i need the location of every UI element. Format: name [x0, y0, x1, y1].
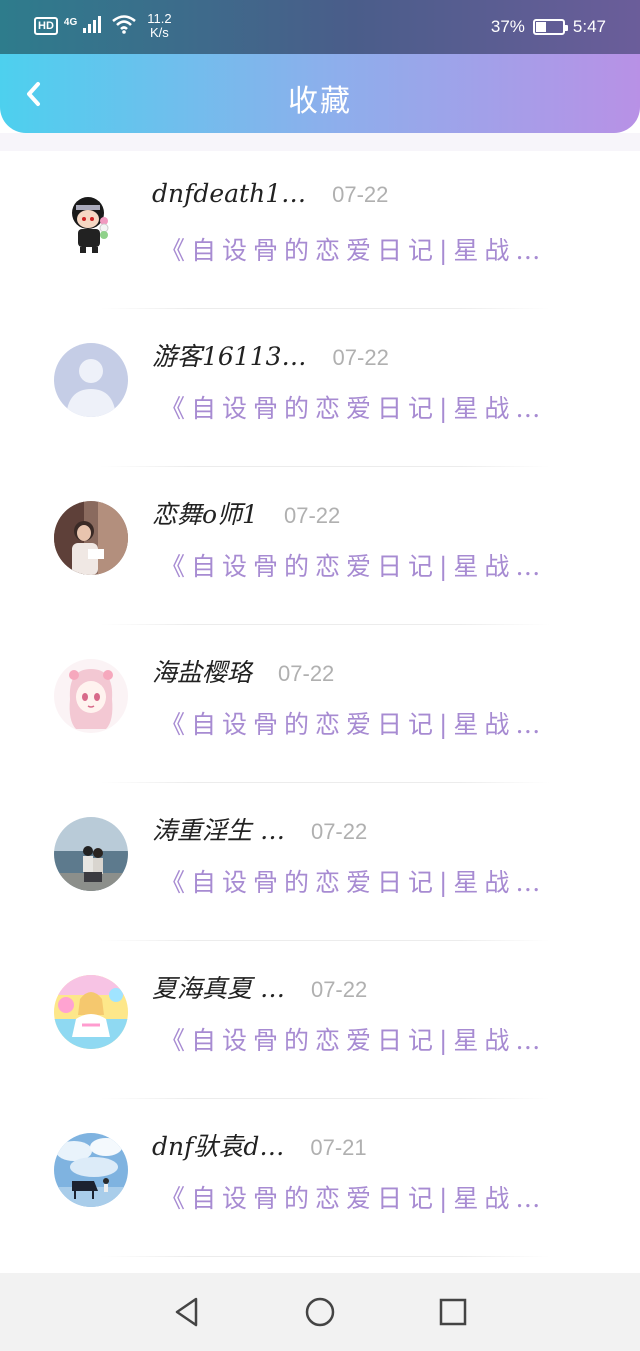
anime-girl-sketch-icon [54, 659, 128, 733]
nav-back-button[interactable] [167, 1292, 207, 1332]
status-bar: HD 4G 11.2 K/s 37% 5:47 [0, 0, 640, 54]
story-title[interactable]: 《自设骨的恋爱日记|星战… [160, 547, 546, 583]
name-row: 夏海真夏 … 07-22 [152, 969, 367, 1005]
battery-icon [532, 19, 568, 35]
avatar[interactable] [54, 817, 128, 891]
list-item[interactable]: 游客16113… 07-22 《自设骨的恋爱日记|星战… [0, 309, 640, 467]
avatar[interactable] [54, 343, 128, 417]
name-row: dnfdeath1… 07-22 [152, 179, 388, 208]
name-row: 游客16113… 07-22 [152, 337, 389, 373]
user-name: 夏海真夏 … [152, 974, 285, 1003]
header-spacer [0, 133, 640, 151]
page-title: 收藏 [288, 84, 352, 119]
circle-home-icon [305, 1297, 335, 1327]
date: 07-22 [310, 819, 368, 844]
list-item[interactable]: 涛重淫生 … 07-22 《自设骨的恋爱日记|星战… [0, 783, 640, 941]
date: 07-22 [310, 977, 368, 1002]
status-left: HD 4G 11.2 K/s [34, 12, 172, 40]
avatar[interactable] [54, 501, 128, 575]
list-item[interactable]: 海盐樱珞 07-22 《自设骨的恋爱日记|星战… [0, 625, 640, 783]
girl-reading-photo-icon [54, 501, 128, 575]
app-header: 收藏 [0, 54, 640, 133]
anime-idol-colorful-icon [54, 975, 128, 1049]
user-name: 涛重淫生 … [152, 816, 285, 845]
avatar[interactable] [54, 975, 128, 1049]
network-type: 4G [63, 16, 78, 28]
name-row: 海盐樱珞 07-22 [152, 653, 334, 689]
story-title[interactable]: 《自设骨的恋爱日记|星战… [160, 1179, 546, 1215]
speed-unit: K/s [150, 25, 169, 40]
story-title[interactable]: 《自设骨的恋爱日记|星战… [160, 863, 546, 899]
date: 07-21 [310, 1135, 367, 1160]
system-nav-bar [0, 1273, 640, 1351]
chibi-character-icon [54, 185, 128, 259]
user-name: 游客16113… [152, 342, 307, 371]
list-item[interactable]: dnfdeath1… 07-22 《自设骨的恋爱日记|星战… [0, 151, 640, 309]
name-row: 涛重淫生 … 07-22 [152, 811, 367, 847]
battery-percent: 37% [490, 17, 525, 36]
network-speed: 11.2 K/s [147, 12, 171, 40]
default-user-icon [54, 343, 128, 417]
story-title[interactable]: 《自设骨的恋爱日记|星战… [160, 705, 546, 741]
user-name: 恋舞o师1 [152, 500, 258, 529]
hd-badge: HD [34, 17, 58, 35]
status-right: 37% 5:47 [491, 17, 606, 37]
list-item[interactable]: 恋舞o师1 07-22 《自设骨的恋爱日记|星战… [0, 467, 640, 625]
nav-home-button[interactable] [300, 1292, 340, 1332]
name-row: 恋舞o师1 07-22 [152, 495, 340, 531]
speed-value: 11.2 [147, 11, 172, 26]
date: 07-22 [283, 503, 341, 528]
name-row: dnf驮袁d… 07-21 [152, 1127, 367, 1163]
piano-sky-art-icon [54, 1133, 128, 1207]
triangle-back-icon [175, 1297, 197, 1327]
seaside-couple-photo-icon [54, 817, 128, 891]
favorites-list: dnfdeath1… 07-22 《自设骨的恋爱日记|星战… 游客16113… … [0, 151, 640, 1257]
wifi-icon [111, 14, 137, 39]
nav-recent-button[interactable] [433, 1292, 473, 1332]
date: 07-22 [278, 661, 335, 686]
avatar[interactable] [54, 185, 128, 259]
date: 07-22 [332, 182, 389, 207]
avatar[interactable] [54, 1133, 128, 1207]
divider [100, 1256, 550, 1257]
clock: 5:47 [572, 17, 606, 36]
square-recent-icon [440, 1298, 467, 1326]
date: 07-22 [332, 345, 389, 370]
avatar[interactable] [54, 659, 128, 733]
signal-icon [83, 15, 105, 38]
story-title[interactable]: 《自设骨的恋爱日记|星战… [160, 389, 546, 425]
story-title[interactable]: 《自设骨的恋爱日记|星战… [160, 1021, 546, 1057]
user-name: dnf驮袁d… [152, 1132, 285, 1161]
story-title[interactable]: 《自设骨的恋爱日记|星战… [160, 231, 546, 267]
list-item[interactable]: dnf驮袁d… 07-21 《自设骨的恋爱日记|星战… [0, 1099, 640, 1257]
user-name: dnfdeath1… [152, 179, 307, 208]
list-item[interactable]: 夏海真夏 … 07-22 《自设骨的恋爱日记|星战… [0, 941, 640, 1099]
user-name: 海盐樱珞 [152, 658, 253, 687]
